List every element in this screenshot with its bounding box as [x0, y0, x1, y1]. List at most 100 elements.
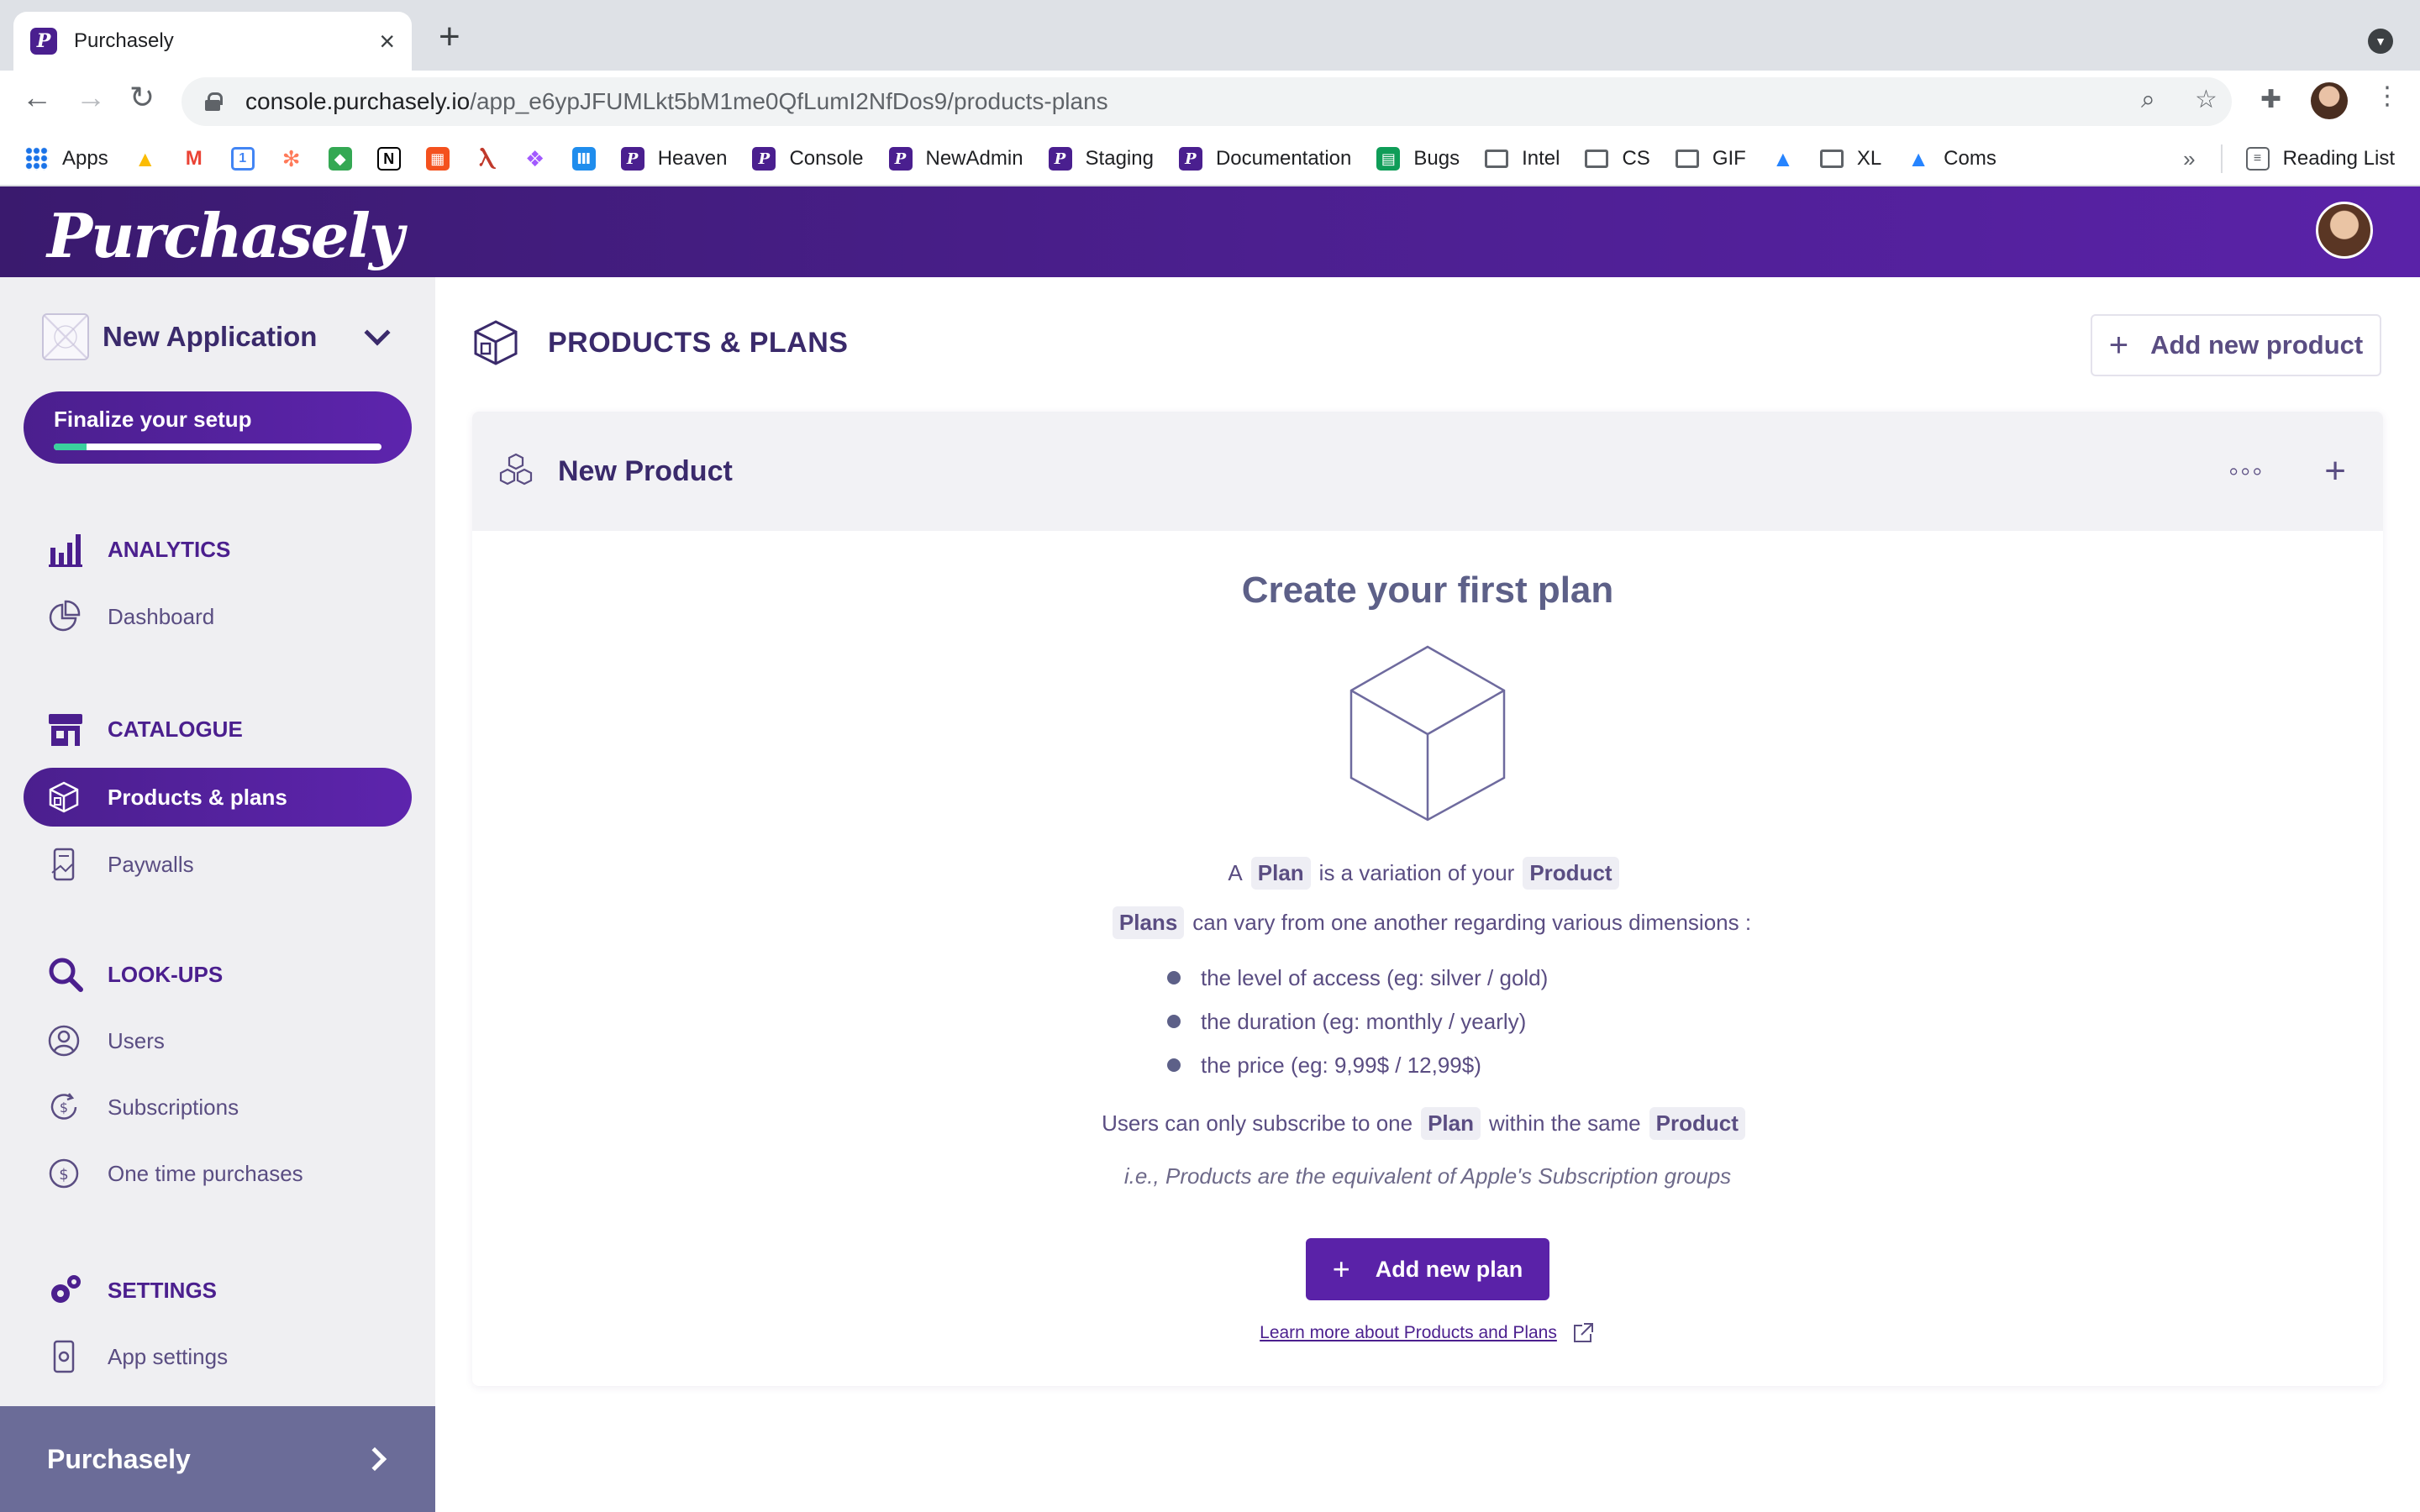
bookmark-notion[interactable]: N [376, 147, 401, 171]
bookmark-label: Staging [1085, 147, 1154, 170]
sidebar-item-label: App settings [108, 1343, 229, 1369]
new-tab-icon[interactable]: + [439, 18, 460, 55]
browser-tab[interactable]: P Purchasely × [13, 12, 412, 71]
learn-more-link[interactable]: Learn more about Products and Plans [472, 1320, 2383, 1346]
back-arrow-icon[interactable]: ← [22, 82, 52, 113]
sidebar-item-label: Users [108, 1027, 165, 1053]
list-item: the duration (eg: monthly / yearly) [1176, 1000, 1680, 1043]
product-chip: Product [1649, 1107, 1745, 1140]
bookmark-intercom[interactable]: Ⅲ [571, 147, 596, 171]
bookmark-intel[interactable]: Intel [1485, 147, 1560, 171]
bookmark-documentation[interactable]: P Documentation [1178, 147, 1352, 171]
bookmark-heaven[interactable]: P Heaven [620, 147, 728, 171]
add-new-product-button[interactable]: + Add new product [2091, 314, 2381, 376]
bookmark-coms[interactable]: ▲ Coms [1907, 145, 1996, 171]
bookmark-xl[interactable]: XL [1819, 147, 1881, 171]
store-icon [49, 714, 82, 746]
tab-title: Purchasely [74, 29, 174, 52]
google-calendar-icon: 1 [230, 147, 255, 171]
lock-icon [205, 92, 223, 111]
add-plan-plus-icon[interactable]: + [2324, 450, 2346, 492]
text-fragment: A [1228, 860, 1243, 885]
text-fragment: Users can only subscribe to one [1102, 1110, 1413, 1136]
extensions-puzzle-icon[interactable]: ✚ [2260, 87, 2281, 113]
bookmark-label: GIF [1712, 147, 1746, 170]
section-analytics: ANALYTICS [47, 531, 230, 568]
bookmark-figma[interactable]: ❖ [523, 146, 547, 171]
url-host: console.purchasely.io [245, 88, 471, 114]
bookmark-cs[interactable]: CS [1585, 147, 1650, 171]
purchasely-logo[interactable]: Purchasely [47, 200, 404, 271]
folder-icon [1485, 150, 1509, 168]
bookmark-gif[interactable]: GIF [1675, 147, 1746, 171]
finalize-setup-button[interactable]: Finalize your setup [24, 391, 412, 464]
bookmark-star-icon[interactable]: ☆ [2195, 87, 2217, 113]
sidebar-item-products-plans[interactable]: Products & plans [24, 768, 412, 827]
organization-switcher[interactable]: Purchasely [0, 1406, 435, 1512]
section-lookups: LOOK-UPS [47, 956, 223, 993]
browser-menu-icon[interactable]: ⋮ [2375, 84, 2400, 109]
more-bookmarks-icon[interactable]: » [2183, 146, 2195, 172]
add-new-plan-button[interactable]: + Add new plan [1306, 1238, 1549, 1300]
plan-dimensions-line: Plans can vary from one another regardin… [472, 906, 2383, 939]
bookmark-google-maps[interactable]: ◆ [328, 147, 352, 171]
bookmark-staging[interactable]: P Staging [1048, 147, 1154, 171]
bookmark-label: Intel [1522, 147, 1560, 170]
bookmark-console[interactable]: P Console [752, 147, 864, 171]
app-selector[interactable]: New Application [42, 311, 403, 363]
bookmark-stick-figure[interactable]: Ⲗ [475, 145, 498, 171]
sidebar-item-subscriptions[interactable]: $ Subscriptions [24, 1078, 412, 1137]
address-bar[interactable]: console.purchasely.io/app_e6ypJFUMLkt5bM… [182, 77, 2232, 126]
plan-chip: Plan [1250, 857, 1311, 890]
add-new-plan-label: Add new plan [1375, 1256, 1523, 1282]
notion-icon: N [376, 147, 401, 171]
bookmark-hubspot[interactable]: ✻ [280, 145, 303, 171]
sidebar-item-dashboard[interactable]: Dashboard [24, 587, 412, 646]
list-item: the price (eg: 9,99$ / 12,99$) [1176, 1043, 1680, 1087]
sidebar-item-app-settings[interactable]: App settings [24, 1327, 412, 1386]
sidebar-item-label: One time purchases [108, 1160, 303, 1186]
plus-icon: + [1332, 1252, 1350, 1286]
phone-settings-icon [53, 1340, 75, 1373]
bookmark-newadmin[interactable]: P NewAdmin [888, 147, 1023, 171]
svg-text:$: $ [59, 1166, 68, 1184]
purchasely-icon: P [1048, 147, 1072, 171]
section-label: CATALOGUE [108, 716, 243, 742]
product-name: New Product [558, 454, 733, 487]
bookmark-label: Heaven [657, 147, 728, 170]
zoom-icon[interactable]: ⌕ [2141, 87, 2155, 113]
hubspot-icon: ✻ [281, 145, 301, 171]
sidebar-item-one-time-purchases[interactable]: $ One time purchases [24, 1144, 412, 1203]
bookmark-atlassian[interactable]: ▲ [1771, 146, 1795, 171]
finalize-setup-label: Finalize your setup [54, 407, 252, 432]
bookmark-google-drive[interactable]: ▲ [134, 146, 157, 171]
reading-list-button[interactable]: ≡ Reading List [2245, 147, 2395, 171]
sidebar-item-paywalls[interactable]: Paywalls [24, 835, 412, 894]
product-card: New Product ◦◦◦ + Create your first plan… [472, 412, 2383, 1386]
more-options-icon[interactable]: ◦◦◦ [2228, 455, 2264, 488]
browser-profile-avatar[interactable] [2311, 82, 2348, 119]
close-tab-icon[interactable]: × [379, 28, 395, 55]
bookmark-label: CS [1622, 147, 1650, 170]
bookmark-calendar-app[interactable]: ▦ [425, 147, 450, 171]
text-fragment: is a variation of your [1318, 860, 1515, 885]
sidebar-item-users[interactable]: Users [24, 1011, 412, 1070]
bookmark-google-calendar[interactable]: 1 [230, 147, 255, 171]
bookmark-label: Apps [62, 147, 108, 170]
bookmark-label: Documentation [1215, 147, 1352, 170]
reload-icon[interactable]: ↻ [129, 82, 155, 113]
purchasely-icon: P [888, 147, 913, 171]
atlassian-icon: ▲ [1907, 145, 1930, 171]
folder-icon [1819, 150, 1844, 168]
bookmark-apps[interactable]: Apps [25, 147, 108, 171]
text-fragment: can vary from one another regarding vari… [1192, 910, 1752, 935]
phone-paywall-icon [51, 848, 75, 881]
bookmark-gmail[interactable]: M [182, 147, 206, 171]
user-avatar[interactable] [2316, 202, 2373, 259]
tab-search-icon[interactable]: ▼ [2368, 29, 2393, 54]
empty-state-title: Create your first plan [1241, 570, 1614, 611]
bookmark-bugs[interactable]: ▤ Bugs [1376, 147, 1460, 171]
forward-arrow-icon[interactable]: → [76, 82, 106, 113]
gmail-icon: M [185, 147, 203, 170]
url-path: /app_e6ypJFUMLkt5bM1me0QfLumI2NfDos9/pro… [470, 88, 1108, 114]
